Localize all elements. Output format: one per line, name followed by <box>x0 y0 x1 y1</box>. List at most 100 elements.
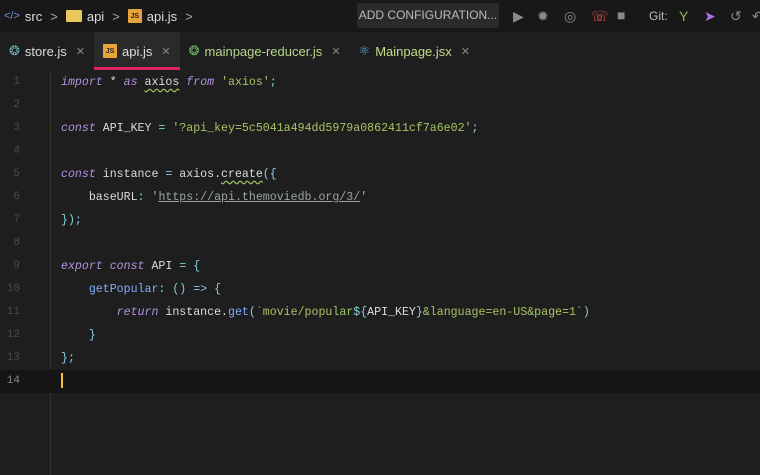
code-token: API_KEY <box>95 122 159 135</box>
code-token: ; <box>471 122 479 135</box>
line-number: 3 <box>13 122 20 134</box>
code-editor[interactable]: 1 import * as axios from 'axios'; 2 3 const … <box>0 70 760 475</box>
redux-icon: ❂ <box>188 43 200 58</box>
code-token: https://api.themoviedb.org/3/ <box>158 191 361 204</box>
code-text: import * as axios from 'axios'; <box>61 71 277 94</box>
code-line[interactable]: 3 const API_KEY = '?api_key=5c5041a494dd5… <box>0 117 760 140</box>
code-line[interactable]: 10 getPopular: () => { <box>0 278 760 301</box>
line-number: 2 <box>13 99 20 111</box>
code-token: const <box>61 122 96 135</box>
code-line[interactable]: 11 return instance.get(`movie/popular${A… <box>0 301 760 324</box>
line-number: 4 <box>13 145 20 157</box>
code-line[interactable]: 4 <box>0 140 760 163</box>
code-line[interactable]: 1 import * as axios from 'axios'; <box>0 71 760 94</box>
code-token: ' <box>360 191 368 204</box>
code-text: return instance.get(`movie/popular${API_… <box>61 301 590 324</box>
editor-tabs: ❂ store.js ✕ JS api.js ✕ ❂ mainpage-redu… <box>0 32 760 70</box>
code-line[interactable]: 2 <box>0 94 760 117</box>
code-token: const <box>109 260 145 273</box>
add-configuration-button[interactable]: ADD CONFIGURATION... <box>357 3 499 28</box>
chevron-right-icon: > <box>50 8 58 24</box>
code-token: : () => { <box>158 283 222 296</box>
rollback-icon[interactable]: ↶ <box>752 7 760 25</box>
close-icon[interactable]: ✕ <box>331 45 340 58</box>
code-token: } <box>88 329 96 342</box>
code-line[interactable]: 7}); <box>0 209 760 232</box>
code-text: export const API = { <box>61 255 200 278</box>
tab-label: api.js <box>122 43 153 59</box>
line-number: 10 <box>6 283 20 295</box>
git-branch-icon[interactable]: Y <box>679 7 688 25</box>
code-text: const API_KEY = '?api_key=5c5041a494dd59… <box>61 117 478 140</box>
tab-store-js[interactable]: ❂ store.js ✕ <box>0 32 94 70</box>
code-token: baseURL <box>88 191 138 204</box>
git-label: Git: <box>649 9 668 23</box>
code-token: ; <box>269 76 277 89</box>
breadcrumb-file[interactable]: api.js <box>147 9 177 24</box>
code-line[interactable]: 13}; <box>0 347 760 370</box>
code-token: } <box>415 306 423 319</box>
code-token: }); <box>61 214 82 227</box>
text-cursor <box>61 373 63 389</box>
code-token: ${ <box>353 306 368 319</box>
line-number: 8 <box>13 237 20 249</box>
code-token: ( <box>248 306 256 319</box>
code-token: get <box>228 306 249 319</box>
code-token: = { <box>179 260 201 273</box>
code-token: `movie/popular <box>255 306 354 319</box>
js-icon: JS <box>103 44 118 58</box>
code-line[interactable]: 12 } <box>0 324 760 347</box>
close-icon[interactable]: ✕ <box>76 45 85 58</box>
code-token: ({ <box>262 168 277 181</box>
line-number: 11 <box>6 306 20 318</box>
code-token: getPopular <box>88 283 159 296</box>
code-token: axios. <box>172 168 222 181</box>
code-token: * <box>102 76 124 89</box>
line-number: 9 <box>13 260 20 272</box>
code-token: }; <box>61 352 75 365</box>
debug-icon[interactable]: ✹ <box>537 7 549 25</box>
tab-label: Mainpage.jsx <box>375 43 452 59</box>
git-push-icon[interactable]: ➤ <box>704 7 716 25</box>
chevron-right-icon: > <box>185 8 193 24</box>
line-number: 7 <box>13 214 20 226</box>
tab-label: store.js <box>24 43 67 59</box>
stop-icon[interactable]: ■ <box>617 6 625 24</box>
breadcrumb: </> src > api > JS api.js > <box>4 9 196 24</box>
code-token: import <box>61 76 103 89</box>
run-icon[interactable]: ▶ <box>513 7 524 25</box>
tab-label: mainpage-reducer.js <box>204 43 323 59</box>
code-token: &language=en-US&page=1` <box>422 306 583 319</box>
code-line[interactable]: 6 baseURL: 'https://api.themoviedb.org/3… <box>0 186 760 209</box>
code-text: const instance = axios.create({ <box>61 163 277 186</box>
code-line[interactable]: 9 export const API = { <box>0 255 760 278</box>
close-icon[interactable]: ✕ <box>161 45 170 58</box>
code-line[interactable]: 8 <box>0 232 760 255</box>
code-line[interactable]: 5 const instance = axios.create({ <box>0 163 760 186</box>
folder-icon <box>65 10 82 22</box>
attach-debugger-icon[interactable]: ☏ <box>591 7 609 25</box>
breadcrumb-src[interactable]: src <box>25 9 42 24</box>
code-token: instance. <box>158 306 228 319</box>
react-icon: ⚛ <box>358 43 371 58</box>
code-token: ) <box>582 306 590 319</box>
history-icon[interactable]: ↺ <box>730 7 742 25</box>
code-token: 'axios' <box>214 76 270 89</box>
code-token: API_KEY <box>367 306 416 319</box>
redux-icon: ❂ <box>9 43 20 58</box>
breadcrumb-api[interactable]: api <box>87 9 104 24</box>
close-icon[interactable]: ✕ <box>461 45 470 58</box>
run-coverage-icon[interactable]: ◎ <box>564 7 576 25</box>
tab-mainpage-reducer-js[interactable]: ❂ mainpage-reducer.js ✕ <box>180 32 350 70</box>
code-token: '?api_key=5c5041a494dd5979a0862411cf7a6e… <box>165 122 472 135</box>
line-number: 1 <box>13 76 20 88</box>
line-number: 14 <box>6 375 20 387</box>
line-number: 13 <box>6 352 20 364</box>
code-line[interactable]: 14 <box>0 370 760 393</box>
tab-mainpage-jsx[interactable]: ⚛ Mainpage.jsx ✕ <box>350 32 479 70</box>
tab-api-js[interactable]: JS api.js ✕ <box>94 32 180 70</box>
code-token: export <box>61 260 103 273</box>
